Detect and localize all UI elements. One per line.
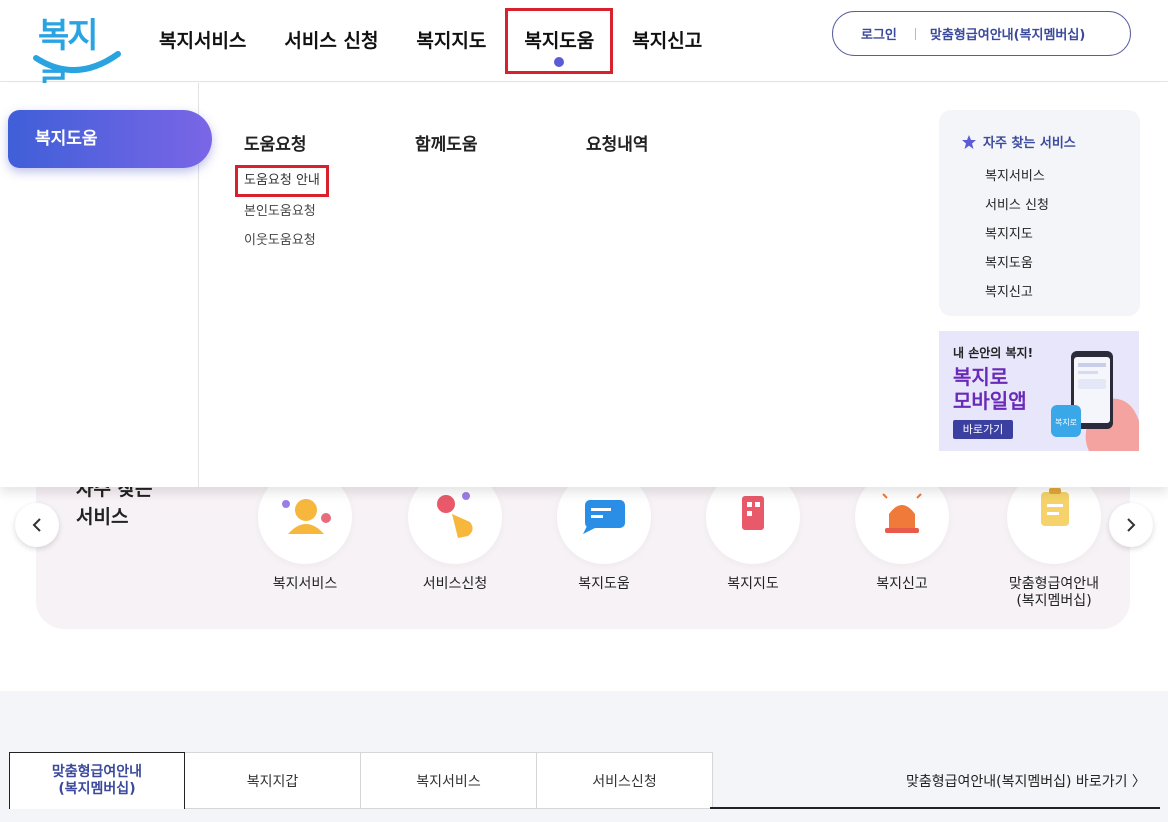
banner-tagline: 내 손안의 복지!	[953, 346, 1034, 360]
main-navigation: 복지서비스 서비스 신청 복지지도 복지도움 복지신고	[140, 0, 721, 82]
gnb-welfare-help-label: 복지도움	[524, 30, 595, 52]
quick-item-welfare-report[interactable]: 복지신고	[837, 470, 967, 593]
tab-service-apply[interactable]: 서비스신청	[537, 752, 713, 809]
gnb-welfare-map[interactable]: 복지지도	[397, 8, 505, 74]
favorite-item[interactable]: 서비스 신청	[985, 191, 1049, 220]
mega-column-title[interactable]: 도움요청	[244, 130, 329, 155]
favorite-services-list: 복지서비스 서비스 신청 복지지도 복지도움 복지신고	[985, 162, 1049, 307]
tab-underline	[710, 807, 1160, 809]
quick-item-welfare-map[interactable]: 복지지도	[688, 470, 818, 593]
quick-item-membership[interactable]: 맞춤형급여안내 (복지멤버십)	[989, 470, 1119, 610]
quick-title-line2: 서비스	[76, 506, 129, 528]
mega-column-together-help: 함께도움	[415, 130, 478, 155]
site-header: 복지로 복지서비스 서비스 신청 복지지도 복지도움 복지신고 로그인 맞춤형급…	[0, 0, 1168, 105]
gnb-welfare-help[interactable]: 복지도움	[505, 8, 614, 74]
tab-label-line1: 맞춤형급여안내	[51, 764, 143, 780]
quick-prev-button[interactable]	[15, 503, 59, 547]
mega-submenu: 도움요청 안내 본인도움요청 이웃도움요청	[235, 165, 329, 255]
quick-item-label: 맞춤형급여안내 (복지멤버십)	[989, 576, 1119, 610]
gnb-service-apply[interactable]: 서비스 신청	[265, 8, 397, 74]
tab-label-line2: (복지멤버십)	[58, 781, 136, 797]
quick-item-label-line2: (복지멤버십)	[1016, 593, 1092, 609]
bottom-tabs: 맞춤형급여안내 (복지멤버십) 복지지갑 복지서비스 서비스신청	[9, 752, 713, 809]
quick-item-label: 복지도움	[578, 576, 630, 592]
favorite-item[interactable]: 복지도움	[985, 249, 1049, 278]
gnb-welfare-service[interactable]: 복지서비스	[140, 8, 265, 74]
tab-welfare-wallet[interactable]: 복지지갑	[185, 752, 361, 809]
bokjiro-logo[interactable]: 복지로	[28, 8, 124, 105]
chevron-right-icon	[1127, 518, 1136, 532]
mega-menu-dropdown: 복지도움 도움요청 도움요청 안내 본인도움요청 이웃도움요청 함께도움 요청내…	[0, 83, 1168, 487]
util-menu: 로그인 맞춤형급여안내(복지멤버십)	[832, 11, 1131, 56]
star-icon	[962, 134, 976, 149]
smile-icon	[33, 51, 121, 73]
submenu-help-request-guide[interactable]: 도움요청 안내	[235, 165, 329, 197]
favorite-services-box: 자주 찾는 서비스 복지서비스 서비스 신청 복지지도 복지도움 복지신고	[939, 110, 1140, 316]
quick-item-label: 서비스신청	[422, 576, 488, 592]
favorite-services-title: 자주 찾는 서비스	[961, 132, 1076, 151]
tab-label: 맞춤형급여안내 (복지멤버십)	[52, 764, 142, 798]
submenu-self-help-request[interactable]: 본인도움요청	[244, 197, 329, 226]
mega-column-request-history: 요청내역	[586, 130, 649, 155]
tab-welfare-service[interactable]: 복지서비스	[361, 752, 537, 809]
app-icon-text: 복지로	[1055, 418, 1077, 427]
active-dot-indicator	[554, 57, 565, 67]
quick-item-welfare-service[interactable]: 복지서비스	[240, 470, 370, 593]
chevron-left-icon	[32, 518, 41, 532]
submenu-neighbor-help-request[interactable]: 이웃도움요청	[244, 226, 329, 255]
favorite-item[interactable]: 복지서비스	[985, 162, 1049, 191]
quick-item-welfare-help[interactable]: 복지도움	[539, 470, 669, 593]
favorite-item[interactable]: 복지지도	[985, 220, 1049, 249]
membership-link[interactable]: 맞춤형급여안내(복지멤버십)	[930, 24, 1085, 43]
quick-item-label: 복지신고	[876, 576, 928, 592]
favorite-item[interactable]: 복지신고	[985, 278, 1049, 307]
quick-item-service-apply[interactable]: 서비스신청	[390, 470, 520, 593]
mega-menu-active-category[interactable]: 복지도움	[8, 110, 212, 168]
favorite-services-title-text: 자주 찾는 서비스	[983, 136, 1076, 151]
mega-column-help-request: 도움요청 도움요청 안내 본인도움요청 이웃도움요청	[235, 130, 329, 255]
quick-item-label: 복지지도	[727, 576, 779, 592]
login-link[interactable]: 로그인	[861, 24, 897, 43]
util-divider	[914, 27, 916, 40]
banner-headline-line1: 복지로	[953, 365, 1009, 389]
mega-column-title[interactable]: 함께도움	[415, 130, 478, 155]
mobile-app-banner[interactable]: 내 손안의 복지! 복지로 모바일앱 바로가기 복지로	[939, 331, 1139, 451]
banner-headline-line2: 모바일앱	[953, 389, 1027, 413]
mega-column-title[interactable]: 요청내역	[586, 130, 649, 155]
tab-membership[interactable]: 맞춤형급여안내 (복지멤버십)	[9, 752, 185, 809]
membership-shortcut-link[interactable]: 맞춤형급여안내(복지멤버십) 바로가기 〉	[906, 771, 1146, 791]
gnb-welfare-report[interactable]: 복지신고	[613, 8, 721, 74]
banner-headline: 복지로 모바일앱	[953, 365, 1027, 413]
submenu-row: 도움요청 안내	[235, 165, 329, 197]
quick-item-label-line1: 맞춤형급여안내	[1008, 576, 1100, 592]
quick-item-label: 복지서비스	[272, 576, 338, 592]
banner-go-button[interactable]: 바로가기	[953, 420, 1013, 439]
phone-hand-illustration: 복지로	[1051, 351, 1139, 451]
